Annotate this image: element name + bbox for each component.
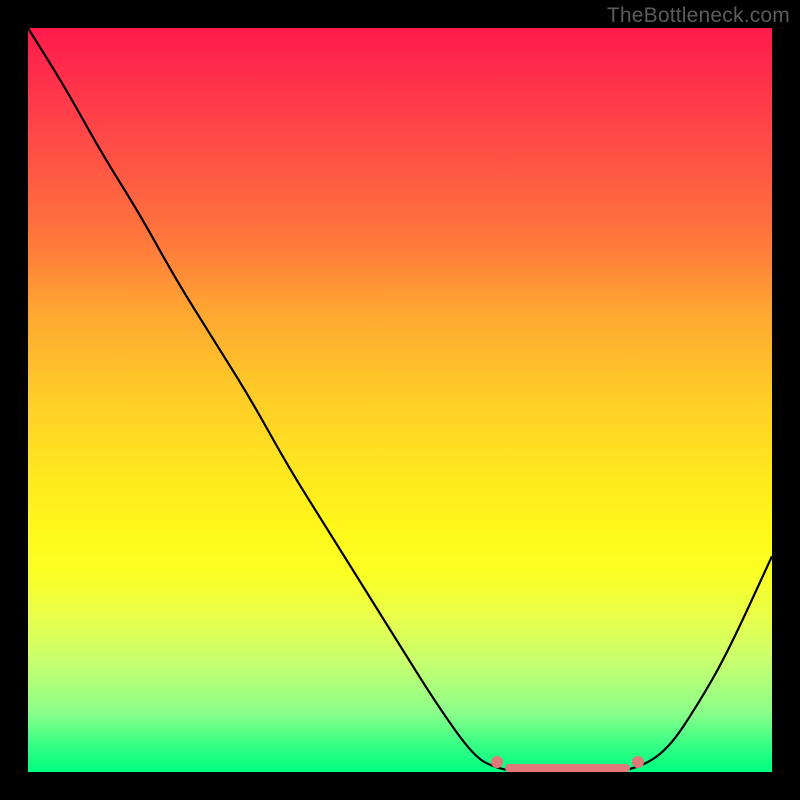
watermark-text: TheBottleneck.com	[607, 4, 790, 28]
chart-plot-area	[28, 28, 772, 772]
bottleneck-curve	[28, 28, 772, 772]
